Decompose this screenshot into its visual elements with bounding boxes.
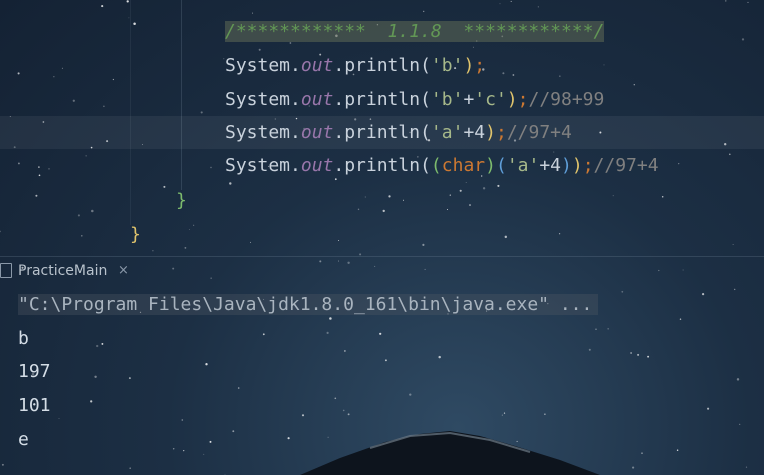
- method-closing-brace: }: [176, 190, 187, 211]
- code-token: ): [561, 155, 572, 176]
- code-token: 'c': [474, 89, 507, 110]
- code-token: (: [430, 155, 442, 176]
- code-token: .println(: [333, 122, 431, 143]
- code-token: .println(: [333, 89, 431, 110]
- console-output-line: b: [18, 328, 29, 349]
- console-output-line: 101: [18, 395, 51, 416]
- console-output-line: e: [18, 429, 29, 450]
- code-token: ;: [582, 155, 594, 176]
- tab-practicemain[interactable]: PracticeMain: [18, 262, 107, 280]
- code-token: ): [485, 155, 496, 176]
- run-panel-header: PracticeMain ×: [0, 256, 764, 285]
- code-token: out: [300, 155, 334, 176]
- code-line: System.out.println('b');: [225, 49, 485, 82]
- code-editor[interactable]: /************ 1.1.8 ************/ System.…: [0, 0, 764, 255]
- code-token: ;: [495, 122, 507, 143]
- code-token: System.: [225, 55, 301, 76]
- code-token: char: [441, 155, 486, 176]
- code-token: //97+4: [593, 155, 659, 176]
- console-command-line: "C:\Program Files\Java\jdk1.8.0_161\bin\…: [18, 294, 599, 315]
- indent-guide: [130, 0, 131, 225]
- code-token: ): [571, 155, 583, 176]
- code-token: out: [300, 89, 334, 110]
- code-line: System.out.println((char)('a'+4));//97+4: [225, 149, 659, 182]
- code-token: out: [300, 122, 334, 143]
- code-token: .println(: [333, 55, 431, 76]
- code-token: +4: [463, 122, 486, 143]
- code-token: /************ 1.1.8 ************/: [225, 21, 605, 42]
- code-token: +4: [539, 155, 562, 176]
- code-token: System.: [225, 89, 301, 110]
- code-token: 'b': [430, 89, 464, 110]
- section-comment-line: /************ 1.1.8 ************/: [225, 15, 605, 48]
- code-token: //98+99: [528, 89, 605, 110]
- code-token: +: [463, 89, 475, 110]
- code-token: System.: [225, 155, 301, 176]
- code-token: System.: [225, 122, 301, 143]
- code-line: System.out.println('b'+'c');//98+99: [225, 83, 604, 116]
- code-token: out: [300, 55, 334, 76]
- console-output-line: 197: [18, 361, 51, 382]
- code-token: 'b': [430, 55, 464, 76]
- code-token: 'a': [430, 122, 464, 143]
- mountain-silhouette: [300, 431, 600, 475]
- code-token: ;: [517, 89, 529, 110]
- indent-guide: [181, 0, 182, 190]
- code-token: ): [506, 89, 518, 110]
- code-token: ;: [474, 55, 486, 76]
- class-closing-brace: }: [130, 224, 141, 245]
- close-icon[interactable]: ×: [118, 262, 129, 280]
- run-config-icon: [0, 263, 12, 278]
- code-token: ): [463, 55, 475, 76]
- code-line: System.out.println('a'+4);//97+4: [225, 116, 572, 149]
- code-token: (: [495, 155, 507, 176]
- code-token: //97+4: [506, 122, 572, 143]
- code-token: 'a': [506, 155, 540, 176]
- code-token: ): [485, 122, 496, 143]
- code-token: .println(: [333, 155, 431, 176]
